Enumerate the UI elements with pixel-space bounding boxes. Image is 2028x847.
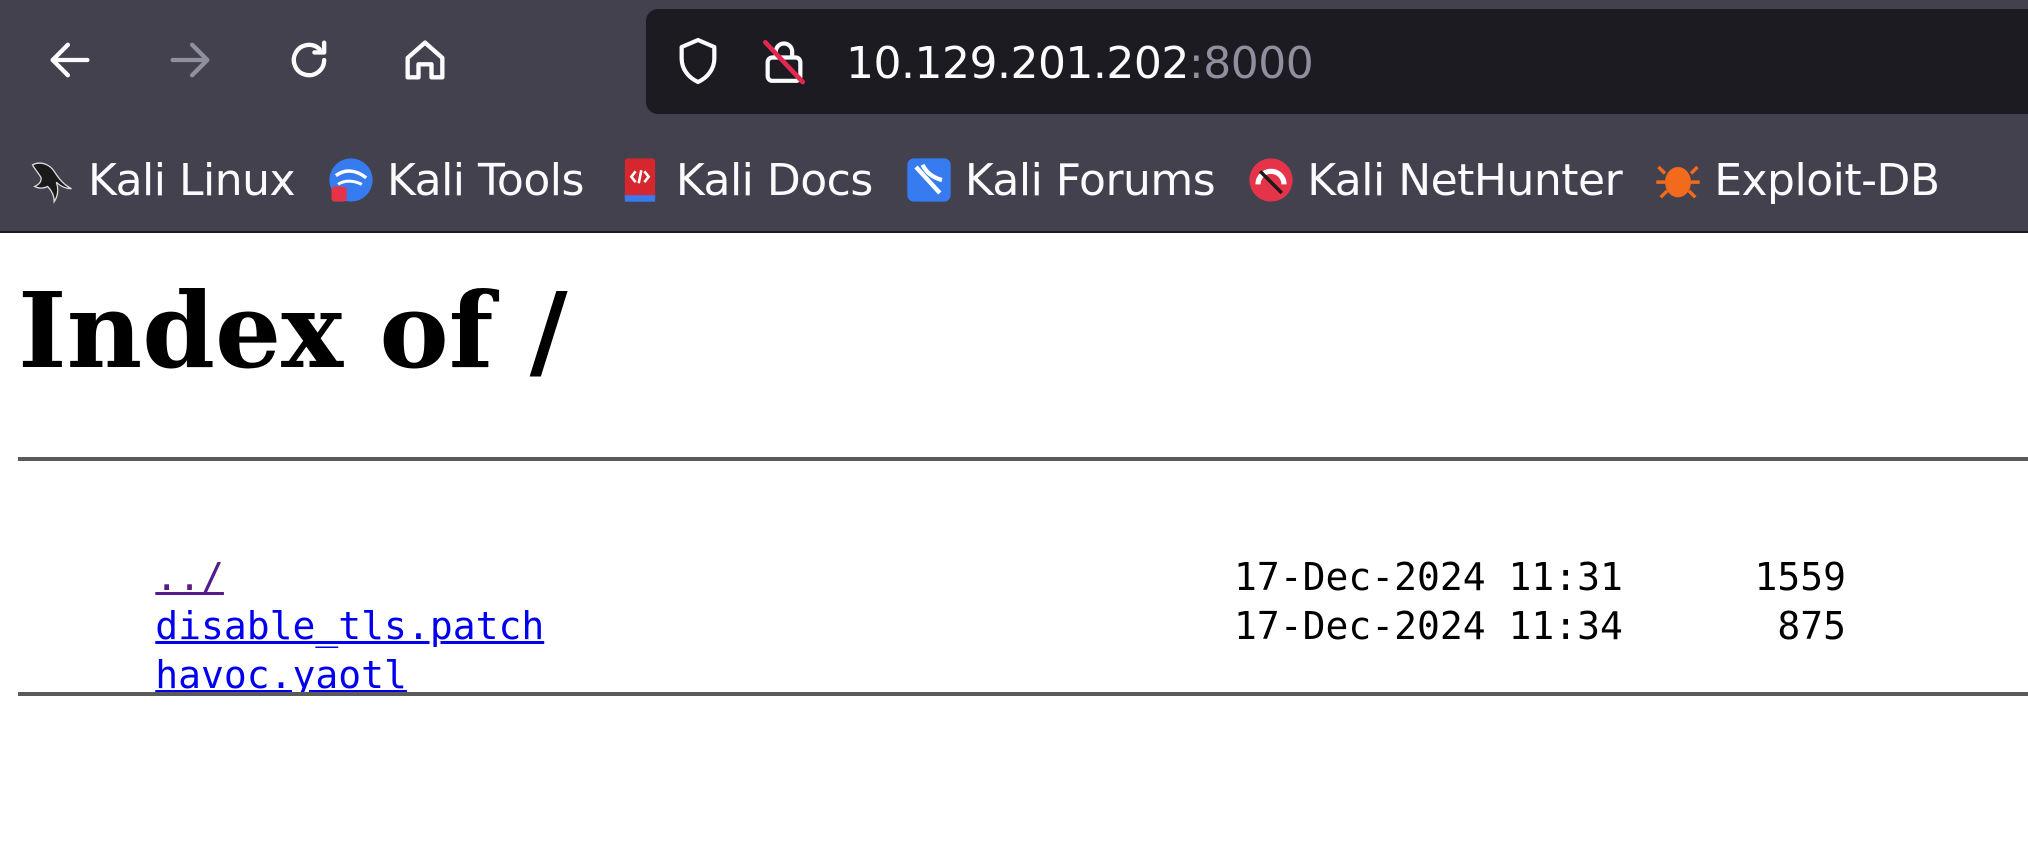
bookmark-kali-linux[interactable]: Kali Linux (26, 145, 296, 215)
back-button[interactable] (34, 24, 106, 96)
forward-button[interactable] (154, 24, 226, 96)
kali-dragon-icon (26, 154, 78, 206)
divider-top (18, 457, 2028, 461)
url-host: 10.129.201.202 (846, 38, 1189, 89)
bookmark-label: Kali Forums (964, 154, 1216, 206)
divider-bottom (18, 692, 2028, 696)
exploit-db-icon (1652, 154, 1704, 206)
directory-listing: ../ disable_tls.patch 17-Dec-2024 11:31 … (18, 504, 1846, 697)
bookmark-kali-forums[interactable]: Kali Forums (903, 145, 1216, 215)
insecure-lock-icon[interactable] (756, 33, 812, 89)
file-date: 17-Dec-2024 11:31 (1234, 555, 1623, 599)
bookmark-exploit-db[interactable]: Exploit-DB (1652, 145, 1940, 215)
home-icon (405, 40, 445, 80)
url-port: :8000 (1188, 38, 1314, 89)
arrow-right-icon (170, 42, 210, 78)
bookmark-label: Exploit-DB (1714, 154, 1940, 206)
bookmark-label: Kali Tools (387, 154, 584, 206)
arrow-left-icon (50, 42, 90, 78)
file-date: 17-Dec-2024 11:34 (1234, 604, 1623, 648)
bookmarks-toolbar: Kali Linux Kali Tools Kali Docs Kali For… (0, 138, 2028, 222)
bookmark-label: Kali Docs (675, 154, 873, 206)
reload-icon (291, 40, 327, 78)
page-title: Index of / (18, 269, 568, 392)
list-item: disable_tls.patch 17-Dec-2024 11:31 1559 (18, 553, 1846, 648)
reload-button[interactable] (273, 24, 345, 96)
bookmark-kali-docs[interactable]: Kali Docs (614, 145, 873, 215)
kali-tools-icon (325, 154, 377, 206)
file-link[interactable]: havoc.yaotl (155, 653, 407, 697)
list-item: ../ (18, 504, 544, 599)
bookmark-label: Kali NetHunter (1307, 154, 1623, 206)
kali-nethunter-icon (1245, 154, 1297, 206)
file-size: 875 (1777, 604, 1846, 648)
kali-forums-icon (903, 154, 955, 206)
url-text[interactable]: 10.129.201.202:8000 (846, 38, 1314, 90)
list-item: havoc.yaotl 17-Dec-2024 11:34 875 (18, 602, 1846, 697)
bookmark-label: Kali Linux (88, 154, 296, 206)
file-size: 1559 (1754, 555, 1846, 599)
bookmark-kali-tools[interactable]: Kali Tools (325, 145, 584, 215)
home-button[interactable] (389, 24, 461, 96)
bookmark-kali-nethunter[interactable]: Kali NetHunter (1245, 145, 1623, 215)
tracking-protection-shield-icon[interactable] (670, 33, 726, 89)
address-bar[interactable]: 10.129.201.202:8000 (646, 9, 2028, 114)
browser-toolbar: 10.129.201.202:8000 Kali Linux Kali Tool… (0, 0, 2028, 233)
kali-docs-icon (614, 154, 666, 206)
